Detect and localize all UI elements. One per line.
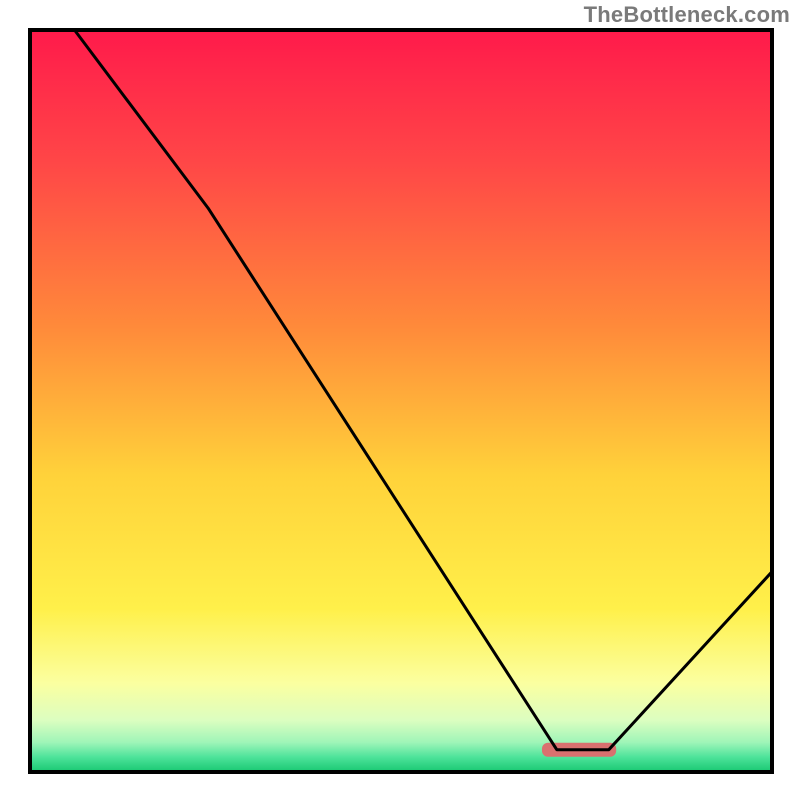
watermark-text: TheBottleneck.com [584,2,790,28]
bottleneck-chart [0,0,800,800]
chart-background [30,30,772,772]
chart-container: { "watermark": "TheBottleneck.com", "cha… [0,0,800,800]
